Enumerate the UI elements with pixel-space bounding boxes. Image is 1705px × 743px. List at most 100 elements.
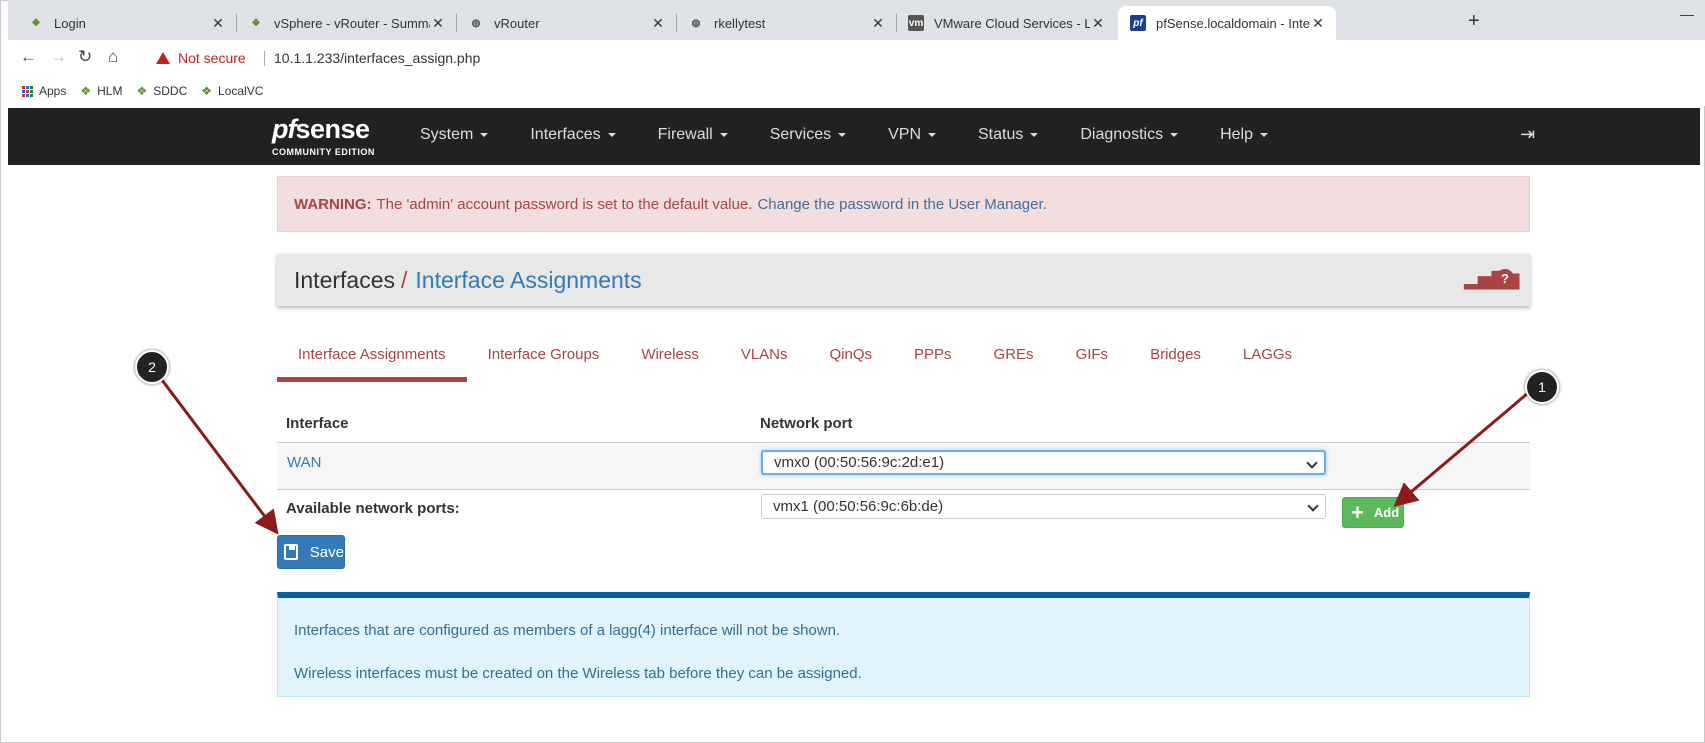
tab-laggs[interactable]: LAGGs xyxy=(1222,346,1313,382)
pfsense-icon: pf xyxy=(1130,15,1146,31)
tab-title: vRouter xyxy=(494,15,540,31)
address-bar: ← → ↻ ⌂ Not secure 10.1.1.233/interfaces… xyxy=(8,40,1705,76)
menu-help[interactable]: Help xyxy=(1220,126,1268,144)
tab-wireless[interactable]: Wireless xyxy=(620,346,720,382)
tab-title: VMware Cloud Services - Log In xyxy=(934,15,1090,31)
close-icon[interactable]: ✕ xyxy=(650,15,666,32)
tab-gres[interactable]: GREs xyxy=(973,346,1055,382)
chevron-down-icon xyxy=(1306,457,1318,469)
menu-interfaces[interactable]: Interfaces xyxy=(530,126,616,144)
bookmark-hlm[interactable]: ❖ HLM xyxy=(80,84,122,98)
available-ports-label: Available network ports: xyxy=(286,500,460,517)
browser-tab-strip: ❖ Login ✕ ❖ vSphere - vRouter - Summary … xyxy=(8,0,1705,40)
minimize-button[interactable]: — xyxy=(1680,6,1694,22)
tab-bridges[interactable]: Bridges xyxy=(1129,346,1222,382)
available-port-select[interactable]: vmx1 (00:50:56:9c:6b:de) xyxy=(761,494,1326,519)
header-network-port: Network port xyxy=(760,415,853,432)
info-panel: Interfaces that are configured as member… xyxy=(277,592,1530,697)
vsphere-icon: ❖ xyxy=(251,17,261,29)
logout-icon[interactable]: ⇥ xyxy=(1520,124,1535,145)
menu-diagnostics[interactable]: Diagnostics xyxy=(1080,126,1179,144)
change-password-link[interactable]: Change the password in the User Manager. xyxy=(757,196,1046,213)
menu-firewall[interactable]: Firewall xyxy=(658,126,728,144)
caret-down-icon xyxy=(1170,133,1179,137)
caret-down-icon xyxy=(607,133,616,137)
reload-icon[interactable]: ↻ xyxy=(78,47,92,67)
bookmark-label: HLM xyxy=(97,84,123,98)
interface-wan-link[interactable]: WAN xyxy=(287,454,321,471)
new-tab-button[interactable]: + xyxy=(1468,10,1480,33)
page-title[interactable]: Interface Assignments xyxy=(415,267,641,294)
url-input[interactable]: 10.1.1.233/interfaces_assign.php xyxy=(274,50,480,66)
browser-tab-rkellytest[interactable]: ◍ rkellytest ✕ xyxy=(676,6,897,40)
vmware-icon: vm xyxy=(908,15,924,31)
tab-interface-groups[interactable]: Interface Groups xyxy=(467,346,621,382)
select-value: vmx1 (00:50:56:9c:6b:de) xyxy=(773,498,944,515)
close-icon[interactable]: ✕ xyxy=(870,15,886,32)
tab-vlans[interactable]: VLANs xyxy=(720,346,809,382)
tab-title: pfSense.localdomain - Interfaces xyxy=(1156,15,1310,31)
select-value: vmx0 (00:50:56:9c:2d:e1) xyxy=(774,454,945,471)
info-wireless-note: Wireless interfaces must be created on t… xyxy=(294,665,862,682)
browser-tab-vrouter[interactable]: ◍ vRouter ✕ xyxy=(456,6,677,40)
tab-ppps[interactable]: PPPs xyxy=(893,346,973,382)
tab-title: rkellytest xyxy=(714,15,766,31)
browser-tab-vmware[interactable]: vm VMware Cloud Services - Log In ✕ xyxy=(896,6,1116,40)
interface-tabs: Interface Assignments Interface Groups W… xyxy=(277,346,1313,382)
close-icon[interactable]: ✕ xyxy=(1090,15,1106,32)
info-lagg-note: Interfaces that are configured as member… xyxy=(294,622,841,639)
breadcrumb: Interfaces / Interface Assignments ▂▅▇▆ … xyxy=(277,254,1530,306)
bookmark-localvc[interactable]: ❖ LocalVC xyxy=(201,84,263,98)
warning-label: WARNING: xyxy=(294,195,372,213)
caret-down-icon xyxy=(1030,133,1039,137)
browser-tab-pfsense[interactable]: pf pfSense.localdomain - Interfaces ✕ xyxy=(1118,6,1336,40)
apps-grid-icon xyxy=(22,85,33,97)
save-label: Save xyxy=(309,543,344,561)
security-label: Not secure xyxy=(178,50,246,66)
add-label: Add xyxy=(1373,505,1400,520)
bookmark-label: SDDC xyxy=(153,84,188,98)
breadcrumb-parent[interactable]: Interfaces xyxy=(294,267,395,294)
tab-gifs[interactable]: GIFs xyxy=(1055,346,1130,382)
help-icon[interactable]: ? xyxy=(1496,269,1514,287)
header-interface: Interface xyxy=(286,415,349,432)
menu-services[interactable]: Services xyxy=(770,126,847,144)
caret-down-icon xyxy=(1259,133,1268,137)
callout-badge-2: 2 xyxy=(135,350,169,384)
tab-qinqs[interactable]: QinQs xyxy=(809,346,894,382)
menu-vpn[interactable]: VPN xyxy=(888,126,936,144)
save-disk-icon xyxy=(284,544,298,560)
default-password-warning: WARNING: The 'admin' account password is… xyxy=(277,176,1530,232)
add-interface-button[interactable]: + Add xyxy=(1342,497,1404,528)
bookmark-sddc[interactable]: ❖ SDDC xyxy=(136,84,187,98)
pfsense-logo[interactable]: pfsense COMMUNITY EDITION xyxy=(272,114,374,157)
not-secure-indicator[interactable]: Not secure xyxy=(156,50,246,66)
callout-badge-1: 1 xyxy=(1525,370,1559,404)
tab-interface-assignments[interactable]: Interface Assignments xyxy=(277,346,467,382)
save-button[interactable]: Save xyxy=(277,535,345,569)
menu-status[interactable]: Status xyxy=(978,126,1039,144)
chevron-down-icon xyxy=(1307,500,1319,512)
browser-tab-login[interactable]: ❖ Login ✕ xyxy=(16,6,237,40)
caret-down-icon xyxy=(838,133,847,137)
close-icon[interactable]: ✕ xyxy=(1310,15,1326,32)
browser-tab-vsphere[interactable]: ❖ vSphere - vRouter - Summary ✕ xyxy=(236,6,457,40)
wan-port-select[interactable]: vmx0 (00:50:56:9c:2d:e1) xyxy=(761,450,1326,475)
logo-pf: pf xyxy=(272,114,297,144)
logo-edition: COMMUNITY EDITION xyxy=(272,147,375,157)
home-icon[interactable]: ⌂ xyxy=(108,47,118,67)
pfsense-navbar: pfsense COMMUNITY EDITION System Interfa… xyxy=(8,108,1700,165)
close-icon[interactable]: ✕ xyxy=(210,15,226,32)
menu-system[interactable]: System xyxy=(420,126,489,144)
forward-arrow-icon[interactable]: → xyxy=(50,47,67,67)
tab-title: vSphere - vRouter - Summary xyxy=(274,15,430,31)
back-arrow-icon[interactable]: ← xyxy=(20,47,37,67)
vsphere-icon: ❖ xyxy=(31,17,41,29)
close-icon[interactable]: ✕ xyxy=(430,15,446,32)
main-menu: System Interfaces Firewall Services VPN … xyxy=(420,126,1310,144)
vsphere-icon: ❖ xyxy=(201,84,213,98)
globe-icon: ◍ xyxy=(471,17,481,29)
warning-text: The 'admin' account password is set to t… xyxy=(376,195,753,213)
bookmark-apps[interactable]: Apps xyxy=(22,84,66,98)
globe-icon: ◍ xyxy=(691,17,701,29)
